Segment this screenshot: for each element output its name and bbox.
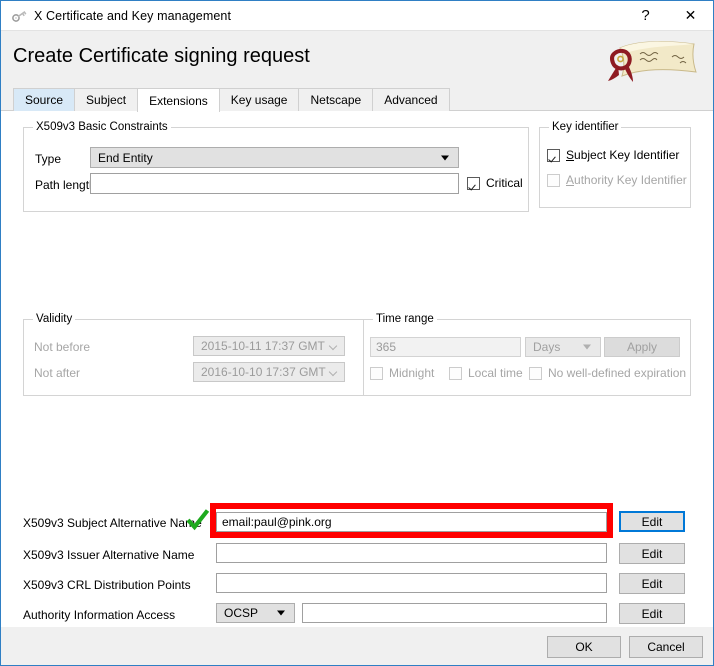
critical-checkbox[interactable]: Critical [467, 176, 523, 190]
subject-alternative-name-input[interactable]: email:paul@pink.org [216, 512, 607, 532]
tab-advanced[interactable]: Advanced [372, 88, 449, 111]
local-time-checkbox[interactable]: Local time [449, 366, 523, 380]
basic-constraints-type-select[interactable]: End Entity [90, 147, 459, 168]
midnight-label: Midnight [389, 366, 434, 380]
window-controls: ? ✕ [623, 1, 713, 30]
not-before-datetime[interactable]: 2015-10-11 17:37 GMT [193, 336, 345, 356]
time-range-unit-select[interactable]: Days [525, 337, 601, 357]
issuer-alternative-name-input[interactable] [216, 543, 607, 563]
basic-constraints-type-value: End Entity [98, 151, 153, 165]
validity-group: Validity [23, 319, 364, 396]
path-length-input[interactable] [90, 173, 459, 194]
tab-extensions[interactable]: Extensions [137, 88, 220, 112]
local-time-label: Local time [468, 366, 523, 380]
time-range-amount-value: 365 [376, 340, 396, 354]
authority-information-access-edit-button[interactable]: Edit [619, 603, 685, 624]
key-icon [10, 7, 28, 25]
authority-key-identifier-label: Authority Key Identifier [566, 173, 687, 187]
checkbox-box [449, 367, 462, 380]
certificate-scroll-logo [606, 35, 704, 85]
not-before-label: Not before [34, 340, 90, 354]
not-after-datetime[interactable]: 2016-10-10 17:37 GMT [193, 362, 345, 382]
chevron-down-icon [329, 342, 337, 350]
no-expiration-label: No well-defined expiration [548, 366, 686, 380]
apply-button[interactable]: Apply [604, 337, 680, 357]
chevron-down-icon [583, 345, 591, 350]
basic-constraints-group: X509v3 Basic Constraints [23, 127, 529, 212]
subject-alternative-name-edit-button[interactable]: Edit [619, 511, 685, 532]
cancel-button[interactable]: Cancel [629, 636, 703, 658]
tab-netscape[interactable]: Netscape [298, 88, 373, 111]
not-after-label: Not after [34, 366, 80, 380]
subject-alternative-name-label: X509v3 Subject Alternative Name [23, 516, 202, 530]
time-range-unit-value: Days [533, 340, 560, 354]
chevron-down-icon [277, 611, 285, 616]
checkbox-box [529, 367, 542, 380]
time-range-group-title: Time range [373, 313, 437, 325]
crl-distribution-points-edit-button[interactable]: Edit [619, 573, 685, 594]
midnight-checkbox[interactable]: Midnight [370, 366, 434, 380]
extensions-tab-panel: X509v3 Basic Constraints Type End Entity… [1, 110, 713, 665]
path-length-label: Path length [35, 178, 96, 192]
tab-key-usage[interactable]: Key usage [219, 88, 300, 111]
tab-subject[interactable]: Subject [74, 88, 138, 111]
chevron-down-icon [441, 155, 449, 160]
critical-label: Critical [486, 176, 523, 190]
help-button[interactable]: ? [623, 1, 668, 30]
authority-information-access-input[interactable] [302, 603, 607, 623]
authority-information-access-label: Authority Information Access [23, 608, 175, 622]
not-before-value: 2015-10-11 17:37 GMT [201, 339, 325, 353]
issuer-alternative-name-label: X509v3 Issuer Alternative Name [23, 548, 194, 562]
application-window: X Certificate and Key management ? ✕ Cre… [0, 0, 714, 666]
crl-distribution-points-input[interactable] [216, 573, 607, 593]
validity-group-title: Validity [33, 313, 75, 325]
no-expiration-checkbox[interactable]: No well-defined expiration [529, 366, 686, 380]
time-range-amount-input[interactable]: 365 [370, 337, 521, 357]
page-title: Create Certificate signing request [13, 45, 310, 68]
subject-key-identifier-checkbox[interactable]: Subject Key Identifier [547, 148, 679, 162]
dialog-header: Create Certificate signing request [1, 30, 713, 88]
chevron-down-icon [329, 368, 337, 376]
authority-key-identifier-checkbox[interactable]: Authority Key Identifier [547, 173, 687, 187]
subject-key-identifier-label: Subject Key Identifier [566, 148, 679, 162]
valid-check-icon [186, 509, 210, 534]
authority-information-access-select[interactable]: OCSP [216, 603, 295, 623]
dialog-footer: OK Cancel [1, 626, 713, 665]
not-after-value: 2016-10-10 17:37 GMT [201, 365, 326, 379]
close-button[interactable]: ✕ [668, 1, 713, 30]
checkbox-box [547, 149, 560, 162]
time-range-group: Time range [363, 319, 691, 396]
ok-button[interactable]: OK [547, 636, 621, 658]
key-identifier-group-title: Key identifier [549, 121, 621, 133]
tab-source[interactable]: Source [13, 88, 75, 111]
title-bar: X Certificate and Key management ? ✕ [1, 1, 713, 30]
checkbox-box [370, 367, 383, 380]
checkbox-box [547, 174, 560, 187]
crl-distribution-points-label: X509v3 CRL Distribution Points [23, 578, 191, 592]
window-title: X Certificate and Key management [34, 9, 231, 23]
subject-alternative-name-value: email:paul@pink.org [222, 515, 332, 529]
key-identifier-group: Key identifier [539, 127, 691, 208]
issuer-alternative-name-edit-button[interactable]: Edit [619, 543, 685, 564]
authority-information-access-dropdown-value: OCSP [224, 606, 258, 620]
tab-bar: Source Subject Extensions Key usage Nets… [1, 88, 713, 111]
checkbox-box [467, 177, 480, 190]
basic-constraints-group-title: X509v3 Basic Constraints [33, 121, 171, 133]
type-label: Type [35, 152, 61, 166]
